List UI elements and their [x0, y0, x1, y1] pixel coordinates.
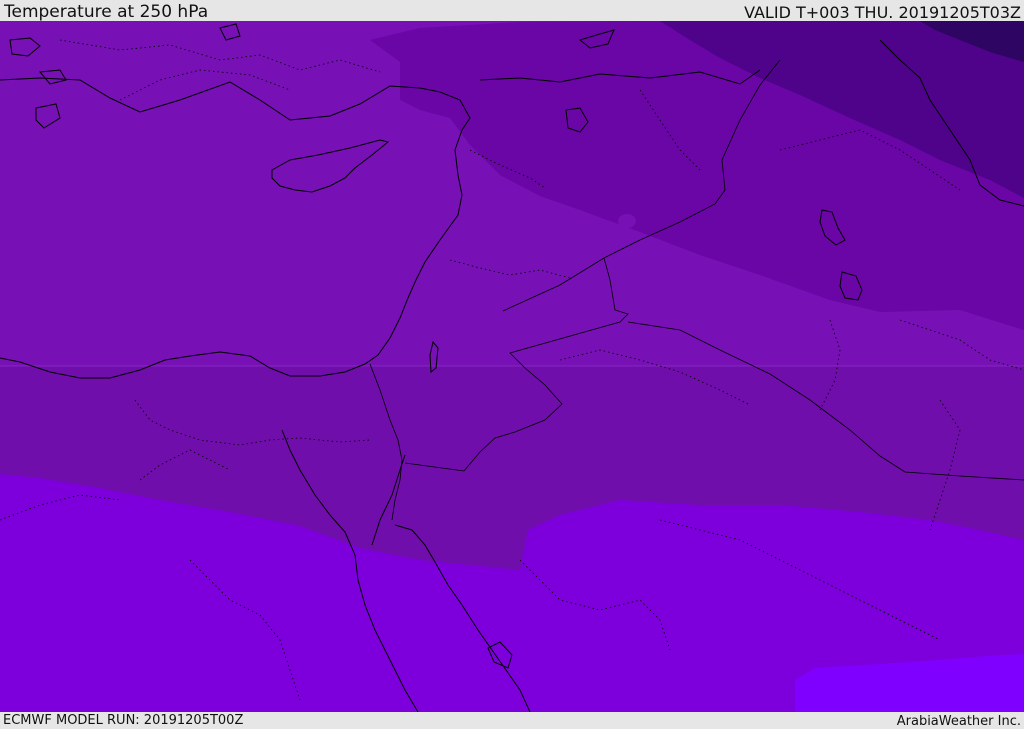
- band-patch: [618, 214, 636, 228]
- footer-bar: ECMWF MODEL RUN: 20191205T00Z ArabiaWeat…: [0, 712, 1024, 729]
- map-svg[interactable]: [0, 21, 1024, 712]
- valid-time: VALID T+003 THU. 20191205T03Z: [744, 3, 1021, 22]
- map-title: Temperature at 250 hPa: [4, 2, 209, 22]
- credit-text: ArabiaWeather Inc.: [896, 714, 1021, 729]
- header-bar: Temperature at 250 hPa VALID T+003 THU. …: [0, 0, 1024, 22]
- model-run-text: ECMWF MODEL RUN: 20191205T00Z: [3, 713, 244, 728]
- weather-map[interactable]: [0, 21, 1024, 712]
